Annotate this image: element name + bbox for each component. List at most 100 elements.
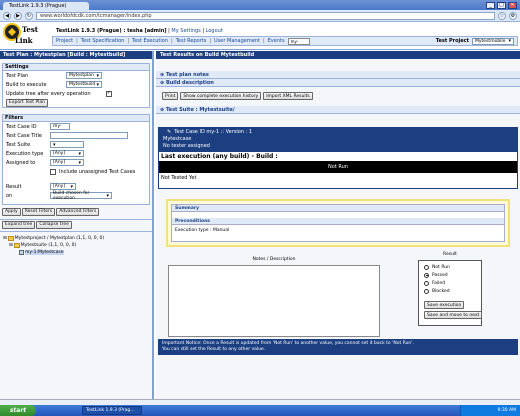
menu-events[interactable]: Events <box>268 38 285 44</box>
import-xml-button[interactable]: Import XML Results <box>263 92 313 100</box>
assigned-label: Assigned to <box>6 159 36 166</box>
radio-not-run[interactable] <box>424 264 429 270</box>
system-tray: 9:30 AM <box>460 405 520 416</box>
settings-header: Settings <box>3 64 149 71</box>
save-execution-button[interactable]: Save execution <box>424 301 465 309</box>
minimize-button[interactable]: _ <box>486 1 495 9</box>
print-button[interactable]: Print <box>162 92 179 100</box>
tc-search-input[interactable]: my- <box>287 37 310 45</box>
browser-tab[interactable]: TestLink 1.9.3 (Prague) <box>3 2 89 10</box>
test-project-label: Test Project <box>435 38 469 44</box>
menu-project[interactable]: Project <box>56 38 73 44</box>
build-select[interactable]: Mytestbuild <box>66 81 102 88</box>
start-button[interactable]: start <box>0 405 36 416</box>
taskbar-item-label: TestLink 1.9.3 (Prag... <box>86 408 135 413</box>
back-icon[interactable]: ◀ <box>3 11 11 20</box>
test-plan-label: Test Plan <box>6 72 29 79</box>
test-project-value: Mytestmobile <box>475 38 506 44</box>
result-filter-select[interactable]: [Any] <box>50 183 76 190</box>
notice-line-2: You can still set the Result to any othe… <box>162 347 266 352</box>
result-label: Result <box>443 252 457 257</box>
user-line: TestLink 1.9.3 (Prague) : tesha [admin] … <box>56 28 223 34</box>
address-bar: ◀ ▶ ↻ www.worldofdcdk.com/tcmanager/inde… <box>0 10 520 22</box>
notes-textarea[interactable] <box>168 265 380 337</box>
test-plan-value: Mytestplan <box>69 73 94 78</box>
tree-node-project[interactable]: ⊟ Mytestproject / Mytestplan (1,1, 0, 0, … <box>3 235 152 242</box>
reset-filters-button[interactable]: Reset Filters <box>21 207 56 216</box>
logo-text-bottom: Link <box>15 36 33 45</box>
include-unassigned-row: Include unassigned Test Cases <box>3 167 149 176</box>
summary-box: Summary Preconditions Execution type : M… <box>166 199 510 247</box>
close-button[interactable]: ✕ <box>508 1 517 9</box>
include-unassigned-checkbox[interactable] <box>50 168 56 175</box>
menu-test-reports[interactable]: Test Reports <box>176 38 207 44</box>
star-icon[interactable]: ☆ <box>498 11 506 20</box>
menu-test-specification[interactable]: Test Specification <box>81 38 125 44</box>
edit-icon[interactable]: ✎ <box>167 129 171 135</box>
test-project-select[interactable]: Mytestmobile <box>472 37 514 45</box>
exectype-value: [Any] <box>53 151 66 156</box>
result-failed[interactable]: Failed <box>421 279 479 287</box>
result-passed[interactable]: Passed <box>421 271 479 279</box>
right-pane: Test Results on Build Mytestbuild ⊕ Test… <box>156 51 520 399</box>
result-blocked[interactable]: Blocked <box>421 287 479 295</box>
left-pane: Test Plan : Mytestplan [Build : Mytestbu… <box>0 51 154 399</box>
url-text: www.worldofdcdk.com/tcmanager/index.php <box>40 12 152 19</box>
tab-title: TestLink 1.9.3 (Prague) <box>9 3 67 9</box>
taskbar-browser-item[interactable]: TestLink 1.9.3 (Prag... <box>82 406 142 415</box>
url-input[interactable]: www.worldofdcdk.com/tcmanager/index.php <box>36 11 495 20</box>
assigned-select[interactable]: [Any] <box>50 159 84 166</box>
folder-icon <box>13 243 20 248</box>
test-tree: ⊟ Mytestproject / Mytestplan (1,1, 0, 0, … <box>0 235 152 256</box>
menu-test-execution[interactable]: Test Execution <box>132 38 168 44</box>
on-row: on Build chosen for execution <box>3 190 149 201</box>
result-not-run[interactable]: Not Run <box>421 263 479 271</box>
update-tree-label: Update tree after every operation <box>6 90 91 97</box>
test-plan-notes-toggle[interactable]: ⊕ Test plan notes <box>156 71 520 79</box>
menu-user-management[interactable]: User Management <box>214 38 260 44</box>
radio-passed[interactable] <box>424 272 429 278</box>
my-settings-link[interactable]: My Settings <box>171 28 200 34</box>
reload-icon[interactable]: ↻ <box>25 11 33 20</box>
save-next-button[interactable]: Save and move to next <box>424 311 483 319</box>
maximize-button[interactable]: □ <box>497 1 506 9</box>
on-select[interactable]: Build chosen for execution <box>50 190 112 201</box>
show-history-button[interactable]: Show complete execution history <box>180 92 262 100</box>
result-option-label: Passed <box>432 272 448 278</box>
tcid-row: Test Case ID my- <box>3 122 149 131</box>
radio-failed[interactable] <box>424 280 429 286</box>
forward-icon[interactable]: ▶ <box>14 11 22 20</box>
tree-node-label: Mytestsuite (1,1, 0, 0, 0) <box>20 243 77 248</box>
assigned-value: [Any] <box>53 160 66 165</box>
on-value: Build chosen for execution <box>53 190 90 201</box>
tctitle-input[interactable] <box>50 132 128 139</box>
settings-section: Settings Test Plan Mytestplan Build to e… <box>2 63 150 108</box>
include-unassigned-label: Include unassigned Test Cases <box>59 168 136 175</box>
tree-node-testcase[interactable]: my-1:Mytestcase <box>3 249 152 256</box>
last-execution-label: Last execution (any build) - Build : <box>159 152 517 161</box>
apply-button[interactable]: Apply <box>2 207 21 216</box>
wrench-icon[interactable]: ⚙ <box>509 11 517 20</box>
testcase-name: Mytestcase <box>163 136 192 142</box>
test-suite-toggle[interactable]: ⊕ Test Suite : Mytestsuite/ <box>156 106 520 114</box>
tree-node-label: Mytestproject / Mytestplan (1,1, 0, 0, 0… <box>14 236 105 241</box>
build-description-toggle[interactable]: ⊕ Build description <box>156 79 520 87</box>
testcase-id: Test Case ID my-1 :: Version : 1 <box>174 129 253 135</box>
test-plan-select[interactable]: Mytestplan <box>66 72 102 79</box>
expand-tree-button[interactable]: Expand tree <box>2 220 36 229</box>
exectype-row: Execution type [Any] <box>3 149 149 158</box>
suite-select[interactable] <box>50 141 84 148</box>
tree-node-suite[interactable]: ⊟ Mytestsuite (1,1, 0, 0, 0) <box>3 242 152 249</box>
logout-link[interactable]: Logout <box>206 28 223 34</box>
tcid-input[interactable]: my- <box>50 123 70 130</box>
update-tree-checkbox[interactable]: ✓ <box>106 90 112 97</box>
exectype-label: Execution type <box>6 150 44 157</box>
testcase-block: ✎ Test Case ID my-1 :: Version : 1 Mytest… <box>158 127 518 189</box>
radio-blocked[interactable] <box>424 288 429 294</box>
exectype-select[interactable]: [Any] <box>50 150 84 157</box>
tcid-label: Test Case ID <box>6 123 37 130</box>
export-test-plan-button[interactable]: Export Test Plan <box>6 98 49 107</box>
collapse-tree-button[interactable]: Collapse tree <box>36 220 72 229</box>
advanced-filters-button[interactable]: Advanced Filters <box>56 207 100 216</box>
testlink-header: Test Link TestLink 1.9.3 (Prague) : tesh… <box>0 22 520 50</box>
